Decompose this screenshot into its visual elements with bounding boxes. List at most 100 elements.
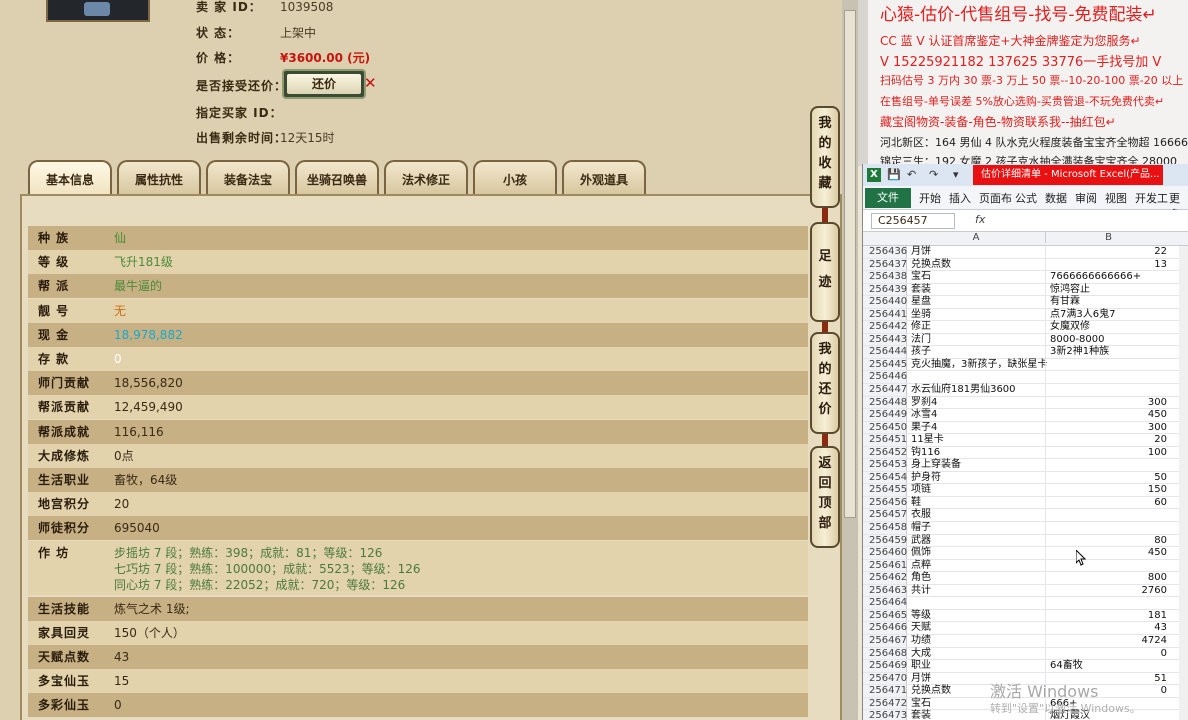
cell-a[interactable]: 共计 <box>911 585 1045 598</box>
ribbon-tab-developer[interactable]: 开发工 <box>1135 190 1168 206</box>
cell-a[interactable]: 宝石 <box>911 271 1045 284</box>
cell-b[interactable] <box>1045 384 1171 396</box>
cell-b[interactable]: 惊鸿容止 <box>1045 283 1171 296</box>
cell-a[interactable]: 角色 <box>911 572 1045 585</box>
cell-a[interactable]: 大成 <box>911 648 1045 661</box>
undo-icon[interactable]: ↶ <box>907 168 916 181</box>
row-number[interactable]: 256437 <box>863 258 907 271</box>
cell-b[interactable]: 450 <box>1045 409 1171 421</box>
row-number[interactable]: 256456 <box>863 496 907 509</box>
cell-b[interactable] <box>1045 358 1171 371</box>
cell-b[interactable] <box>1045 559 1171 572</box>
table-row[interactable]: 256461 点粹 <box>863 559 1188 573</box>
row-number[interactable]: 256440 <box>863 296 907 308</box>
table-row[interactable]: 256468 大成 0 <box>863 647 1188 661</box>
cell-a[interactable]: 法门 <box>911 334 1045 347</box>
cell-a[interactable]: 套装 <box>911 284 1045 297</box>
cell-a[interactable]: 孩子 <box>911 346 1045 359</box>
row-number[interactable]: 256447 <box>863 384 907 396</box>
cell-b[interactable]: 300 <box>1045 421 1171 434</box>
cell-b[interactable]: 60 <box>1045 496 1171 509</box>
row-number[interactable]: 256449 <box>863 409 907 421</box>
cell-a[interactable]: 克火抽魔，3新孩子，缺张星卡 <box>911 359 1047 372</box>
footprint-button[interactable]: 足迹 <box>810 222 840 322</box>
cell-a[interactable]: 兑换点数 <box>911 259 1045 272</box>
row-number[interactable]: 256443 <box>863 333 907 346</box>
row-number[interactable]: 256463 <box>863 584 907 597</box>
row-number[interactable]: 256451 <box>863 434 907 446</box>
cell-b[interactable] <box>1045 509 1171 522</box>
cell-b[interactable]: 女魔双修 <box>1045 321 1171 333</box>
cell-a[interactable]: 果子4 <box>911 422 1045 435</box>
page-scrollbar-thumb[interactable] <box>844 10 856 518</box>
row-number[interactable]: 256457 <box>863 509 907 522</box>
row-number[interactable]: 256470 <box>863 672 907 685</box>
cell-b[interactable]: 181 <box>1045 609 1171 622</box>
row-number[interactable]: 256446 <box>863 371 907 384</box>
table-row[interactable]: 256457 衣服 <box>863 509 1188 523</box>
cell-a[interactable]: 月饼 <box>911 246 1045 259</box>
ribbon-tab-page-layout[interactable]: 页面布 <box>979 190 1012 206</box>
cell-b[interactable]: 0 <box>1045 647 1171 660</box>
cell-b[interactable] <box>1045 522 1171 534</box>
table-row[interactable]: 256442 修正 女魔双修 <box>863 321 1188 334</box>
cell-b[interactable]: 20 <box>1045 434 1171 446</box>
cell-a[interactable]: 水云仙府181男仙3600 <box>911 384 1045 397</box>
cell-b[interactable] <box>1045 459 1171 471</box>
row-number[interactable]: 256466 <box>863 622 907 634</box>
row-number[interactable]: 256453 <box>863 459 907 471</box>
cell-a[interactable]: 星盘 <box>911 296 1045 309</box>
row-number[interactable]: 256445 <box>863 358 907 371</box>
table-row[interactable]: 256451 11星卡 20 <box>863 434 1188 447</box>
table-row[interactable]: 256447 水云仙府181男仙3600 <box>863 384 1188 397</box>
table-row[interactable]: 256464 <box>863 597 1188 610</box>
cell-b[interactable]: 450 <box>1045 547 1171 559</box>
table-row[interactable]: 256444 孩子 3新2神1种族 <box>863 346 1188 359</box>
table-row[interactable]: 256456 鞋 60 <box>863 496 1188 510</box>
table-row[interactable]: 256459 武器 80 <box>863 534 1188 548</box>
cell-a[interactable]: 坐骑 <box>911 309 1045 322</box>
table-row[interactable]: 256439 套装 惊鸿容止 <box>863 283 1188 297</box>
row-number[interactable]: 256458 <box>863 522 907 534</box>
cell-b[interactable]: 80 <box>1045 534 1171 547</box>
table-row[interactable]: 256452 钩116 100 <box>863 446 1188 460</box>
row-number[interactable]: 256452 <box>863 446 907 459</box>
cell-b[interactable]: 100 <box>1045 446 1171 459</box>
table-row[interactable]: 256440 星盘 有甘霖 <box>863 296 1188 309</box>
cell-a[interactable]: 点粹 <box>911 560 1045 573</box>
excel-scrollbar[interactable] <box>1179 246 1188 720</box>
tab-basic-info[interactable]: 基本信息 <box>28 160 112 196</box>
cell-b[interactable]: 有甘霖 <box>1045 296 1171 308</box>
table-row[interactable]: 256450 果子4 300 <box>863 421 1188 435</box>
cell-b[interactable]: 800 <box>1045 572 1171 584</box>
table-row[interactable]: 256437 兑换点数 13 <box>863 258 1188 272</box>
name-box[interactable]: C256457 <box>871 213 955 229</box>
table-row[interactable]: 256463 共计 2760 <box>863 584 1188 598</box>
row-number[interactable]: 256471 <box>863 685 907 697</box>
table-row[interactable]: 256466 天赋 43 <box>863 622 1188 635</box>
table-row[interactable]: 256448 罗刹4 300 <box>863 396 1188 410</box>
row-number[interactable]: 256455 <box>863 484 907 496</box>
haggle-button[interactable]: 还价 <box>282 69 366 99</box>
table-row[interactable]: 256454 护身符 50 <box>863 471 1188 485</box>
ribbon-tab-file[interactable]: 文件 <box>865 188 911 208</box>
row-number[interactable]: 256465 <box>863 609 907 622</box>
cell-a[interactable]: 天赋 <box>911 622 1045 635</box>
cell-b[interactable]: 64畜牧 <box>1045 660 1171 672</box>
table-row[interactable]: 256453 身上穿装备 <box>863 459 1188 472</box>
row-number[interactable]: 256444 <box>863 346 907 358</box>
row-number[interactable]: 256441 <box>863 308 907 321</box>
cell-a[interactable]: 武器 <box>911 535 1045 548</box>
row-number[interactable]: 256459 <box>863 534 907 547</box>
ribbon-tab-review[interactable]: 审阅 <box>1075 190 1097 206</box>
ribbon-tab-formulas[interactable]: 公式 <box>1015 190 1037 206</box>
cell-a[interactable]: 职业 <box>911 660 1045 673</box>
cell-a[interactable]: 身上穿装备 <box>911 459 1045 472</box>
column-header-a[interactable]: A <box>907 232 1045 243</box>
cell-b[interactable]: 7666666666666+ <box>1045 271 1171 283</box>
cell-b[interactable]: 8000-8000 <box>1045 333 1171 346</box>
cell-b[interactable] <box>1045 597 1171 609</box>
redo-icon[interactable]: ↷ <box>929 168 938 181</box>
cell-b[interactable]: 43 <box>1045 622 1171 634</box>
row-number[interactable]: 256454 <box>863 471 907 484</box>
